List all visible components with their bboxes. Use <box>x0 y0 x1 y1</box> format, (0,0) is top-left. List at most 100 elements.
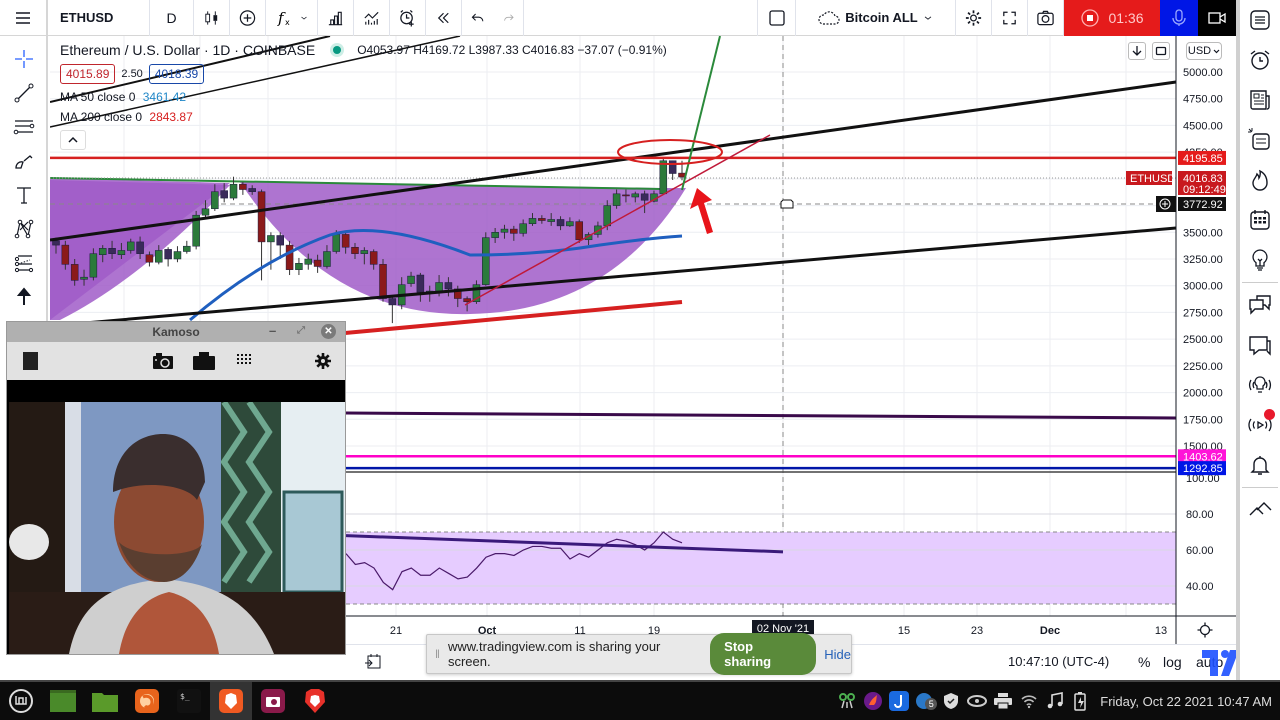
layout-select[interactable]: Bitcoin ALL <box>796 0 956 36</box>
taskbar-terminal-window[interactable] <box>42 682 84 720</box>
tradingview-logo-icon <box>1202 650 1239 676</box>
percent-toggle[interactable]: % <box>1138 654 1150 670</box>
economic-calendar-button[interactable] <box>1240 200 1280 240</box>
prediction-tool[interactable] <box>0 246 48 280</box>
tray-notifications[interactable]: 5 <box>912 682 938 720</box>
chart-type-button[interactable] <box>194 0 230 36</box>
streams-button[interactable] <box>1240 365 1280 405</box>
grid-dots-icon <box>237 354 251 364</box>
interval-button[interactable]: D <box>150 0 194 36</box>
video-camera-button[interactable] <box>1198 0 1236 36</box>
gallery-toggle-button[interactable] <box>23 352 38 370</box>
symbol-title[interactable]: Ethereum / U.S. Dollar · 1D · COINBASE <box>60 42 315 58</box>
live-streams-button[interactable] <box>1240 405 1280 445</box>
ohlc-values: O4053.97 H4169.72 L3987.33 C4016.83 −37.… <box>357 43 667 57</box>
tray-nvidia[interactable] <box>964 682 990 720</box>
pattern-tool[interactable] <box>0 212 48 246</box>
snapshot-button[interactable] <box>1028 0 1064 36</box>
fullscreen-icon <box>1003 11 1016 24</box>
text-tool[interactable] <box>0 178 48 212</box>
menu-button[interactable] <box>0 0 48 36</box>
notifications-button[interactable] <box>1240 445 1280 485</box>
tray-network[interactable] <box>834 682 860 720</box>
arrow-tool[interactable] <box>0 280 48 314</box>
settings-button[interactable] <box>956 0 992 36</box>
video-icon <box>193 352 215 370</box>
take-photo-button[interactable] <box>153 353 173 372</box>
taskbar-brave[interactable] <box>294 682 336 720</box>
symbol-search-button[interactable]: ETHUSD <box>48 0 150 36</box>
tray-wifi[interactable] <box>1016 682 1042 720</box>
spread-value: 2.50 <box>121 68 143 80</box>
chart-settings-button[interactable] <box>1194 620 1216 640</box>
timezone-clock[interactable]: 10:47:10 (UTC-4) <box>1008 654 1109 669</box>
calendar-button[interactable] <box>1240 160 1280 200</box>
taskbar-brave-active[interactable] <box>210 682 252 720</box>
brave-lion-icon <box>305 689 325 713</box>
maximize-button[interactable]: ⤢ <box>297 325 305 336</box>
tray-printer[interactable] <box>990 682 1016 720</box>
templates-button[interactable] <box>354 0 390 36</box>
trendline-tool[interactable] <box>0 76 48 110</box>
scroll-to-latest-button[interactable] <box>1128 42 1146 60</box>
tray-joplin[interactable] <box>886 682 912 720</box>
burst-mode-button[interactable] <box>237 354 253 371</box>
alert-button[interactable] <box>390 0 426 36</box>
taskbar-terminal[interactable]: $_ <box>168 682 210 720</box>
record-video-button[interactable] <box>193 352 215 373</box>
app-icon <box>864 692 883 710</box>
tray-sound[interactable] <box>1042 682 1068 720</box>
music-icon <box>1047 692 1064 709</box>
multi-layout-button[interactable] <box>758 0 796 36</box>
redo-button[interactable] <box>494 0 524 36</box>
public-chat-button[interactable] <box>1240 325 1280 365</box>
undo-button[interactable] <box>462 0 494 36</box>
undo-icon <box>471 13 484 21</box>
watchlist-button[interactable] <box>1240 0 1280 40</box>
tray-battery[interactable] <box>1068 682 1094 720</box>
chats-button[interactable] <box>1240 285 1280 325</box>
microphone-button[interactable] <box>1160 0 1198 36</box>
ideas-button[interactable] <box>1240 240 1280 280</box>
stop-sharing-button[interactable]: Stop sharing <box>710 633 817 675</box>
log-toggle[interactable]: log <box>1163 654 1182 670</box>
minimize-button[interactable]: – <box>269 323 276 338</box>
ma50-legend[interactable]: MA 50 close 0 3461.42 <box>60 90 667 104</box>
tray-app[interactable] <box>860 682 886 720</box>
hide-banner-button[interactable]: Hide <box>824 647 851 662</box>
webcam-person-image <box>9 402 345 654</box>
taskbar-camera[interactable] <box>252 682 294 720</box>
kamoso-titlebar[interactable]: Kamoso – ⤢ ✕ <box>7 322 345 342</box>
news-button[interactable] <box>1240 80 1280 120</box>
hotlists-button[interactable] <box>1240 120 1280 160</box>
kamoso-settings-button[interactable] <box>315 353 331 372</box>
collapse-sidebar-button[interactable] <box>1240 490 1280 530</box>
taskbar-clock[interactable]: Friday, Oct 22 2021 10:47 AM <box>1100 694 1272 709</box>
alerts-button[interactable] <box>1240 40 1280 80</box>
fullscreen-button[interactable] <box>992 0 1028 36</box>
brush-tool[interactable] <box>0 144 48 178</box>
compare-button[interactable] <box>230 0 266 36</box>
square-icon <box>768 9 785 26</box>
close-button[interactable]: ✕ <box>321 324 336 339</box>
candle-body <box>640 193 649 201</box>
currency-select[interactable]: USD <box>1186 42 1222 60</box>
collapse-legend-button[interactable] <box>60 130 86 150</box>
tray-security[interactable] <box>938 682 964 720</box>
goto-date-button[interactable] <box>362 652 384 672</box>
ask-price[interactable]: 4018.39 <box>148 64 205 84</box>
financials-button[interactable] <box>318 0 354 36</box>
parallel-channel-tool[interactable] <box>0 110 48 144</box>
candle-body <box>295 263 303 270</box>
maximize-pane-button[interactable] <box>1152 42 1170 60</box>
taskbar-firefox[interactable] <box>126 682 168 720</box>
drag-handle[interactable]: ‖ <box>435 647 440 661</box>
bid-price[interactable]: 4015.89 <box>60 64 116 84</box>
mint-menu-button[interactable] <box>0 682 42 720</box>
indicators-button[interactable]: fx <box>266 0 318 36</box>
stop-recording-button[interactable]: 01:36 <box>1064 0 1160 36</box>
replay-button[interactable] <box>426 0 462 36</box>
crosshair-tool[interactable] <box>0 42 48 76</box>
taskbar-files[interactable] <box>84 682 126 720</box>
ma200-legend[interactable]: MA 200 close 0 2843.87 <box>60 110 667 124</box>
